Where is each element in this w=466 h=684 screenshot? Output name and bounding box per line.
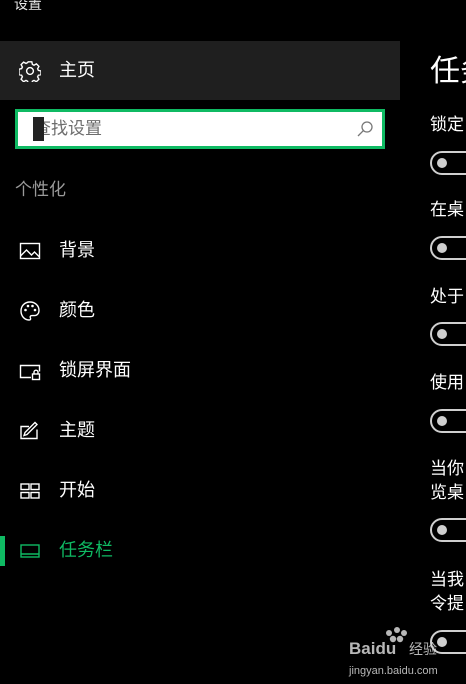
lock-screen-icon [19, 360, 41, 382]
watermark-brand: Baidu [349, 639, 396, 658]
nav-item-label: 开始 [59, 480, 95, 501]
setting-label: 当我 [430, 570, 464, 590]
baidu-watermark: Baidu 经验 jingyan.baidu.com [346, 624, 446, 680]
text-caret [33, 117, 44, 141]
watermark-url: jingyan.baidu.com [348, 665, 438, 677]
nav-item-lock-screen[interactable]: 锁屏界面 [0, 346, 400, 396]
nav-item-start[interactable]: 开始 [0, 466, 400, 516]
toggle-knob [437, 243, 447, 253]
nav-item-label: 主题 [59, 420, 95, 441]
navigation-pane: 主页 个性化 背景 [0, 41, 400, 681]
nav-home[interactable]: 主页 [0, 41, 400, 100]
toggle-switch[interactable] [430, 518, 466, 542]
nav-item-label: 背景 [59, 240, 95, 261]
setting-label: 使用 [430, 373, 464, 393]
nav-item-taskbar[interactable]: 任务栏 [0, 526, 400, 576]
toggle-knob [437, 329, 447, 339]
setting-label: 当你 [430, 459, 464, 479]
setting-label: 锁定 [430, 115, 464, 135]
gear-icon [18, 60, 42, 85]
active-indicator [0, 536, 5, 566]
setting-label: 令提 [430, 594, 464, 614]
palette-icon [19, 300, 41, 322]
toggle-knob [437, 158, 447, 168]
toggle-switch[interactable] [430, 151, 466, 175]
taskbar-settings-pane: 任务 锁定 在桌 处于 使用 当你 览桌 当我 令提 [430, 0, 466, 681]
setting-label: 在桌 [430, 200, 464, 220]
section-heading: 个性化 [15, 180, 66, 200]
nav-item-colors[interactable]: 颜色 [0, 286, 400, 336]
toggle-knob [437, 525, 447, 535]
start-icon [19, 480, 41, 502]
search-input[interactable] [18, 112, 348, 146]
toggle-switch[interactable] [430, 236, 466, 260]
nav-item-label: 锁屏界面 [59, 360, 131, 381]
window-title: 设置 [14, 0, 42, 13]
setting-label: 览桌 [430, 483, 464, 503]
search-icon[interactable] [356, 120, 374, 138]
search-box[interactable] [15, 109, 385, 149]
nav-home-label: 主页 [59, 60, 95, 81]
page-title: 任务 [430, 54, 466, 89]
nav-item-label: 任务栏 [59, 540, 113, 561]
image-icon [19, 240, 41, 262]
taskbar-icon [19, 540, 41, 562]
nav-item-background[interactable]: 背景 [0, 226, 400, 276]
nav-item-themes[interactable]: 主题 [0, 406, 400, 456]
toggle-knob [437, 416, 447, 426]
toggle-switch[interactable] [430, 409, 466, 433]
setting-label: 处于 [430, 287, 464, 307]
watermark-subtitle: 经验 [409, 642, 437, 658]
toggle-switch[interactable] [430, 322, 466, 346]
theme-icon [19, 420, 41, 442]
nav-item-label: 颜色 [59, 300, 95, 321]
